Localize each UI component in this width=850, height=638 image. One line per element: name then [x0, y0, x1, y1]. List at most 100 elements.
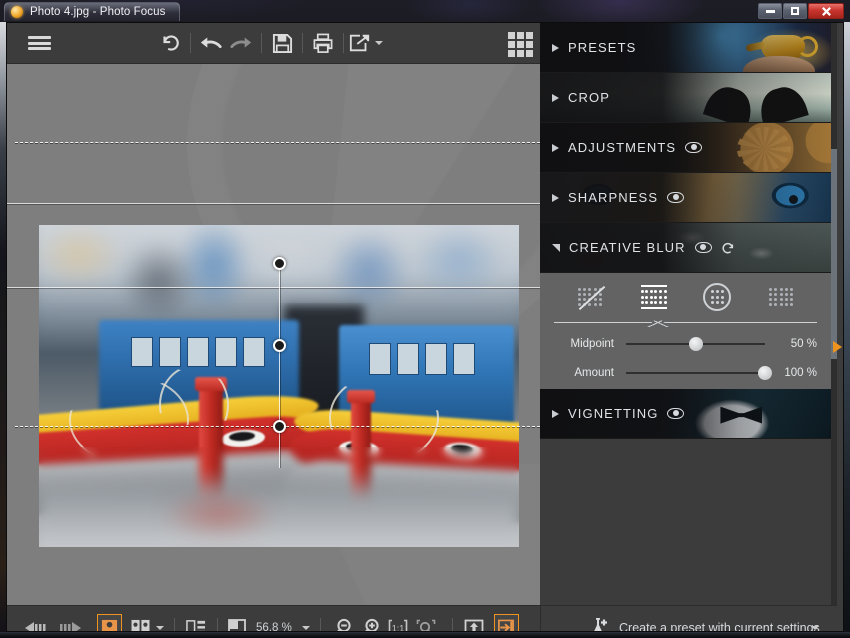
zoom-fit-button[interactable] [412, 614, 440, 631]
preset-bar-label: Create a preset with current settings [619, 620, 820, 632]
zoom-fit-indicator[interactable] [225, 614, 249, 631]
preset-bar[interactable]: Create a preset with current settings [540, 605, 837, 632]
chevron-right-icon [552, 409, 559, 418]
midpoint-slider-knob[interactable] [688, 337, 703, 351]
photo-image[interactable] [39, 225, 519, 547]
print-button[interactable] [308, 28, 338, 58]
window-right-edge [844, 22, 850, 638]
eye-toggle-icon[interactable] [667, 408, 685, 419]
zoom-dropdown[interactable] [299, 614, 313, 632]
main-menu-button[interactable] [24, 28, 54, 58]
hamburger-icon [27, 34, 51, 53]
amount-slider-knob[interactable] [758, 366, 772, 380]
panel-section-vignetting[interactable]: VIGNETTING [540, 389, 831, 439]
close-icon [821, 6, 831, 16]
share-export-icon [349, 34, 370, 52]
fit-window-icon [228, 618, 246, 631]
undo-button[interactable] [196, 28, 226, 58]
status-bar: 56.8 % 1:1 [7, 605, 540, 632]
preset-dropdown[interactable] [807, 614, 823, 632]
eye-toggle-icon[interactable] [667, 192, 685, 203]
status-separator [217, 617, 218, 631]
grid-view-button[interactable] [505, 29, 535, 59]
arrow-left-icon [25, 621, 46, 631]
panel-section-crop[interactable]: CROP [540, 73, 831, 123]
redo-button[interactable] [226, 28, 256, 58]
eye-toggle-icon[interactable] [694, 242, 712, 253]
chevron-right-icon [552, 143, 559, 152]
zoom-level[interactable]: 56.8 % [249, 622, 299, 632]
single-view-button[interactable] [97, 613, 122, 631]
section-label-sharpness: SHARPNESS [568, 190, 659, 205]
toolbar-separator [261, 33, 262, 53]
linear-blur-icon [640, 284, 667, 310]
top-toolbar [7, 23, 540, 64]
export-up-icon [464, 619, 484, 631]
zoom-in-button[interactable] [356, 614, 384, 631]
panel-collapse-arrow[interactable] [833, 341, 842, 353]
chevron-down-icon [811, 625, 819, 630]
zoom-out-button[interactable] [328, 614, 356, 631]
compare-view-button[interactable] [128, 614, 153, 631]
panel-section-sharpness[interactable]: SHARPNESS [540, 173, 831, 223]
window-title: Photo 4.jpg - Photo Focus [30, 6, 166, 18]
toolbar-separator [302, 33, 303, 53]
full-blur-icon [769, 287, 793, 307]
floppy-disk-icon [272, 33, 292, 53]
undo-arrow-icon [200, 37, 222, 49]
amount-slider-row: Amount 100 % [540, 361, 831, 385]
share-button[interactable] [349, 28, 383, 58]
panel-section-creative-blur[interactable]: CREATIVE BLUR [540, 223, 831, 273]
compare-images-icon [131, 619, 150, 631]
svg-text:1:1: 1:1 [392, 623, 405, 632]
amount-slider[interactable] [626, 363, 772, 383]
reset-section-icon[interactable] [721, 241, 735, 255]
window-controls [758, 3, 844, 19]
radial-blur-icon [703, 283, 732, 311]
image-canvas[interactable] [7, 64, 540, 605]
save-button[interactable] [267, 28, 297, 58]
title-bar: Photo 4.jpg - Photo Focus [0, 0, 850, 22]
maximize-button[interactable] [783, 3, 807, 19]
blur-mode-linear[interactable] [637, 280, 671, 314]
minimize-button[interactable] [758, 3, 782, 19]
section-label-adjustments: ADJUSTMENTS [568, 140, 677, 155]
export-button[interactable] [460, 614, 488, 631]
close-button[interactable] [808, 3, 844, 19]
section-label-vignetting: VIGNETTING [568, 406, 659, 421]
blur-mode-radial[interactable] [700, 280, 734, 314]
previous-image-button[interactable] [23, 614, 53, 631]
blur-mode-full[interactable] [764, 280, 798, 314]
panel-section-presets[interactable]: PRESETS [540, 23, 831, 73]
chevron-right-icon [552, 93, 559, 102]
chevron-down-icon [301, 625, 310, 630]
compare-view-dropdown[interactable] [153, 614, 167, 632]
printer-icon [313, 33, 333, 53]
toolbar-separator [190, 33, 191, 53]
zoom-actual-button[interactable]: 1:1 [384, 614, 412, 632]
panel-scrollbar-thumb[interactable] [831, 149, 837, 359]
flask-plus-icon [594, 617, 607, 631]
midpoint-slider-value: 50 % [790, 338, 817, 350]
status-separator [451, 617, 453, 631]
grid-icon [507, 31, 533, 57]
chevron-down-icon [552, 243, 560, 252]
chevron-down-icon [375, 41, 383, 45]
app-orb-icon [11, 6, 23, 18]
send-to-button[interactable] [493, 613, 519, 631]
amount-slider-value: 100 % [784, 367, 817, 379]
eye-toggle-icon[interactable] [685, 142, 703, 153]
one-to-one-icon: 1:1 [388, 619, 408, 632]
panel-scrollbar[interactable] [831, 23, 837, 605]
edit-panel: PRESETS CROP ADJUSTMENTS SHARPNESS CREAT… [540, 23, 837, 605]
dots-slashed-icon [578, 285, 606, 311]
midpoint-slider[interactable] [626, 334, 765, 354]
blur-mode-none[interactable] [573, 280, 607, 314]
chevron-right-icon [552, 43, 559, 52]
split-view-button[interactable] [182, 614, 210, 631]
panel-section-adjustments[interactable]: ADJUSTMENTS [540, 123, 831, 173]
revert-button[interactable] [155, 28, 185, 58]
window-title-chip[interactable]: Photo 4.jpg - Photo Focus [4, 2, 181, 21]
blur-mode-indicator [554, 317, 817, 327]
next-image-button[interactable] [53, 614, 83, 631]
